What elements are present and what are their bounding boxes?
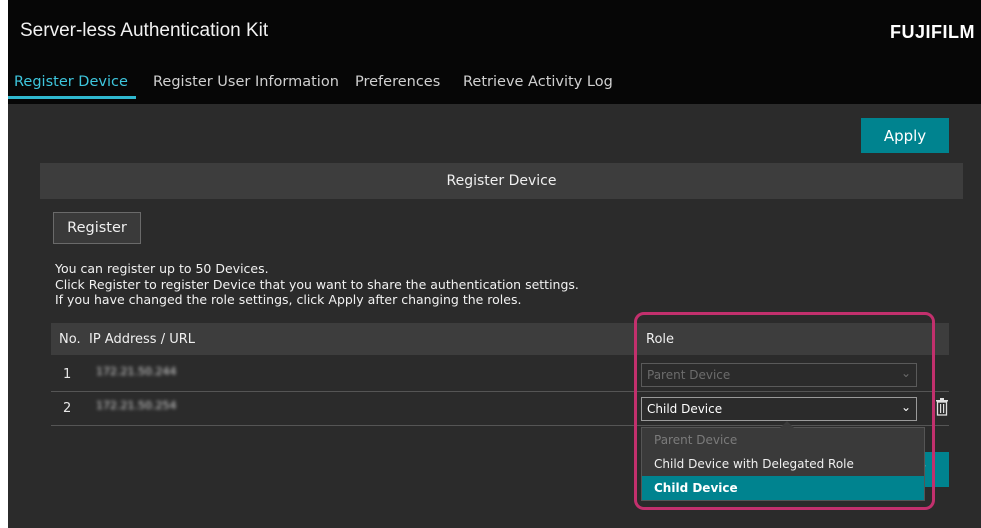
role-select: Parent Device ⌄ [641, 363, 917, 387]
apply-button[interactable]: Apply [861, 118, 949, 153]
ip-address: 172.21.50.254 [96, 399, 177, 412]
chevron-down-icon: ⌄ [900, 366, 911, 380]
brand-logo: FUJIFILM [890, 22, 975, 42]
dropdown-caret [780, 421, 794, 428]
column-header-no: No. [59, 332, 81, 347]
info-text: You can register up to 50 Devices. Click… [55, 261, 579, 308]
app-title: Server-less Authentication Kit [20, 20, 269, 41]
role-select-value: Child Device [647, 402, 723, 416]
table-row: 2 172.21.50.254 Child Device ⌄ [51, 391, 949, 426]
register-button[interactable]: Register [53, 212, 141, 244]
tab-preferences[interactable]: Preferences [355, 74, 440, 90]
column-header-role: Role [646, 332, 675, 347]
info-line: You can register up to 50 Devices. [55, 261, 269, 276]
ip-address: 172.21.50.244 [96, 365, 177, 378]
tab-retrieve-activity-log[interactable]: Retrieve Activity Log [463, 74, 613, 90]
active-tab-indicator [8, 96, 136, 99]
app-window: Server-less Authentication Kit FUJIFILM … [8, 0, 981, 528]
trash-icon[interactable] [935, 398, 949, 416]
chevron-down-icon: ⌄ [900, 400, 911, 414]
row-number: 2 [63, 401, 72, 416]
dropdown-option-parent-device: Parent Device [654, 433, 738, 447]
tab-register-user-information[interactable]: Register User Information [153, 74, 339, 90]
column-header-ip-address: IP Address / URL [89, 332, 196, 347]
row-number: 1 [63, 367, 72, 382]
role-dropdown-menu: Parent Device Child Device with Delegate… [641, 421, 925, 501]
tab-register-device[interactable]: Register Device [14, 74, 128, 90]
dropdown-option-child-device[interactable]: Child Device [642, 476, 924, 500]
role-select[interactable]: Child Device ⌄ [641, 397, 917, 421]
info-line: If you have changed the role settings, c… [55, 292, 522, 307]
section-header: Register Device [40, 163, 963, 199]
role-select-value: Parent Device [647, 368, 731, 382]
dropdown-option-child-device-delegated[interactable]: Child Device with Delegated Role [642, 452, 924, 476]
table-row: 1 172.21.50.244 Parent Device ⌄ [51, 357, 949, 392]
header: Server-less Authentication Kit FUJIFILM … [8, 0, 981, 104]
info-line: Click Register to register Device that y… [55, 276, 579, 292]
table-header: No. IP Address / URL Role [51, 323, 949, 355]
